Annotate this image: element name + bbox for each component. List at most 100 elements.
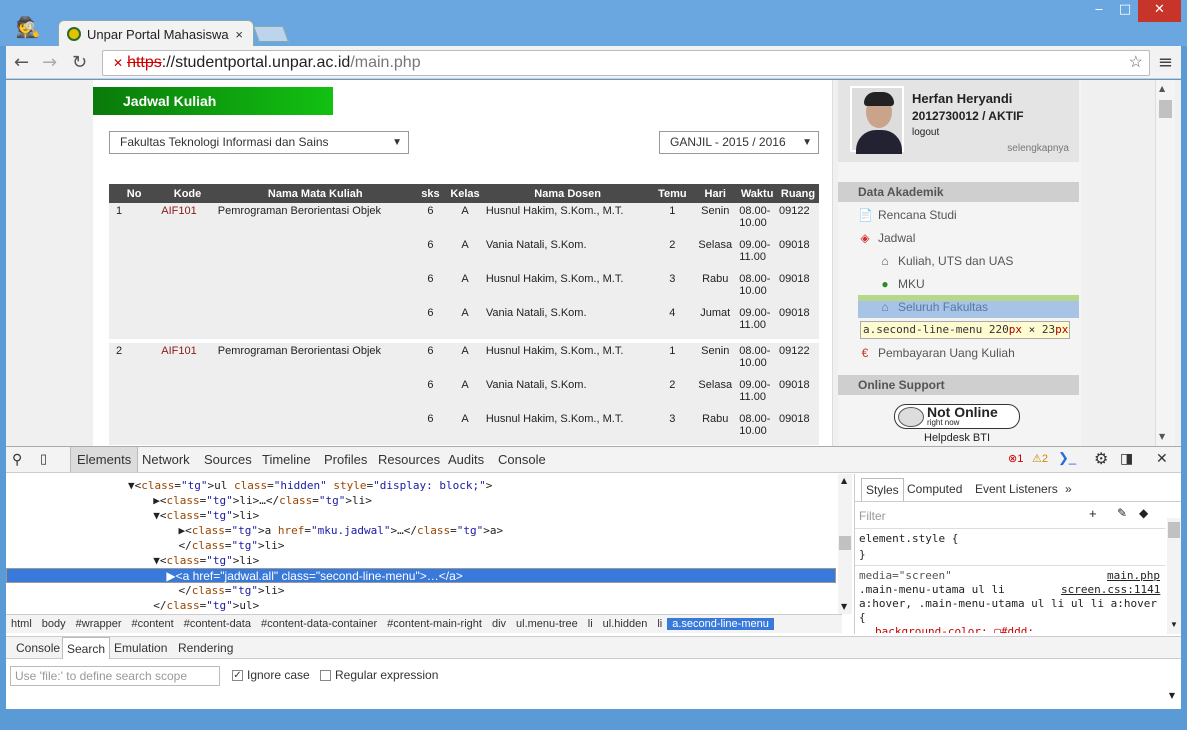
cell-sks: 6 <box>414 377 447 411</box>
gear-icon[interactable]: ⚙ <box>1094 449 1108 469</box>
scrollbar-thumb[interactable] <box>1168 522 1180 538</box>
devtools-tab-profiles[interactable]: Profiles <box>318 447 373 472</box>
styles-tab-2[interactable]: Event Listeners <box>971 478 1062 501</box>
tab-close-icon[interactable]: × <box>235 27 243 42</box>
devtools-tab-elements[interactable]: Elements <box>70 447 139 472</box>
scrollbar-thumb[interactable] <box>839 536 851 550</box>
breadcrumb-item[interactable]: #content <box>127 618 179 630</box>
breadcrumb-item[interactable]: #wrapper <box>71 618 127 630</box>
source-link-main[interactable]: main.php <box>1107 569 1160 582</box>
pin-icon[interactable]: ✎ <box>1117 506 1127 520</box>
dom-node[interactable]: </class="tg">li> <box>6 538 836 553</box>
dom-node[interactable]: ▶<class="tg">a href="mku.jadwal">…</clas… <box>6 523 836 538</box>
error-count-icon[interactable]: ⊗1 <box>1008 452 1023 465</box>
cell-dosen: Vania Natali, S.Kom. <box>483 305 652 339</box>
maximize-button[interactable]: □ <box>1112 0 1138 22</box>
scroll-up-icon[interactable]: ▲ <box>1159 84 1165 93</box>
warning-count-icon[interactable]: ⚠2 <box>1032 452 1048 465</box>
insecure-lock-icon: ✕ <box>113 56 124 70</box>
new-tab-button[interactable] <box>253 26 289 42</box>
devtools-tab-timeline[interactable]: Timeline <box>256 447 317 472</box>
breadcrumb-item[interactable]: div <box>487 618 511 630</box>
close-window-button[interactable]: ✕ <box>1138 0 1181 22</box>
url-path: /main.php <box>350 54 421 71</box>
devtools-tab-resources[interactable]: Resources <box>372 447 446 472</box>
drawer-tab-emulation[interactable]: Emulation <box>110 637 171 659</box>
chrome-menu-icon[interactable]: ≡ <box>1158 52 1173 73</box>
online-status-badge[interactable]: Not Online right now <box>894 404 1020 429</box>
add-rule-icon[interactable]: + <box>1089 506 1097 521</box>
browser-tab[interactable]: Unpar Portal Mahasiswa × <box>58 20 254 47</box>
breadcrumb-item[interactable]: html <box>6 618 37 630</box>
scrollbar-thumb[interactable] <box>1159 100 1172 118</box>
source-link-css[interactable]: screen.css:1141 <box>1061 583 1160 596</box>
reload-icon[interactable]: ↻ <box>72 52 87 73</box>
breadcrumb-item[interactable]: #content-main-right <box>382 618 487 630</box>
devtools-tab-network[interactable]: Network <box>136 447 196 472</box>
faculty-select[interactable]: Fakultas Teknologi Informasi dan Sains ▼ <box>109 131 409 154</box>
devtools-tab-audits[interactable]: Audits <box>442 447 490 472</box>
scroll-down-icon[interactable]: ▼ <box>1169 691 1175 700</box>
breadcrumb-item[interactable]: ul.menu-tree <box>511 618 583 630</box>
logout-link[interactable]: logout <box>912 127 939 138</box>
dom-node[interactable]: </class="tg">ul> <box>6 598 836 613</box>
search-input[interactable]: Use 'file:' to define search scope <box>10 666 220 686</box>
breadcrumb-item[interactable]: #content-data-container <box>256 618 382 630</box>
scroll-up-icon[interactable]: ▲ <box>841 476 847 485</box>
styles-filter[interactable]: Filter <box>859 509 886 523</box>
breadcrumb-item[interactable]: li <box>583 618 598 630</box>
regex-checkbox[interactable]: Regular expression <box>320 668 438 682</box>
styles-tab-1[interactable]: Computed <box>903 478 966 501</box>
menu-seluruh-fakultas[interactable]: ⌂ Seluruh Fakultas <box>878 300 988 314</box>
devtools-tab-sources[interactable]: Sources <box>198 447 258 472</box>
bookmark-star-icon[interactable]: ☆ <box>1129 51 1143 75</box>
selected-dom-node[interactable]: ▶<a href="jadwal.all" class="second-line… <box>6 568 836 583</box>
forward-icon[interactable]: → <box>42 52 57 73</box>
menu-pembayaran[interactable]: € Pembayaran Uang Kuliah <box>858 346 1015 360</box>
dom-node[interactable]: ▶<class="tg">li>…</class="tg">li> <box>6 493 836 508</box>
drawer-tab-search[interactable]: Search <box>62 637 111 659</box>
breadcrumb-item[interactable]: #content-data <box>179 618 256 630</box>
minimize-button[interactable]: ‒ <box>1086 0 1112 22</box>
color-format-icon[interactable]: ◆ <box>1139 506 1148 520</box>
drawer-tab-rendering[interactable]: Rendering <box>174 637 237 659</box>
tooltip-selector: a.second-line-menu <box>863 323 983 336</box>
breadcrumb-item[interactable]: body <box>37 618 71 630</box>
styles-pane: Styles Computed Event Listeners» Filter + … <box>854 474 1181 634</box>
cell-mk <box>215 237 415 271</box>
menu-mku[interactable]: ● MKU <box>878 277 924 291</box>
scroll-down-icon[interactable]: ▼ <box>1170 620 1178 629</box>
inspect-search-icon[interactable]: ⚲ <box>12 451 22 468</box>
scroll-down-icon[interactable]: ▼ <box>1159 432 1165 441</box>
page-scrollbar[interactable]: ▲ ▼ <box>1155 80 1175 446</box>
breadcrumb-item[interactable]: li <box>652 618 667 630</box>
ignore-case-checkbox[interactable]: ✓ Ignore case <box>232 668 310 682</box>
term-select[interactable]: GANJIL - 2015 / 2016 ▼ <box>659 131 819 154</box>
address-bar[interactable]: ✕ https://studentportal.unpar.ac.id/main.… <box>102 50 1150 76</box>
dock-icon[interactable]: ◨ <box>1120 450 1133 467</box>
elements-scrollbar[interactable]: ▲ ▼ <box>838 474 852 614</box>
back-icon[interactable]: ← <box>14 52 29 73</box>
inspect-tooltip: a.second-line-menu 220px × 23px <box>860 321 1070 339</box>
device-mode-icon[interactable]: ▯ <box>40 451 47 467</box>
menu-jadwal[interactable]: ◈ Jadwal <box>858 231 915 245</box>
dom-node[interactable]: ▼<class="tg">ul class="hidden" style="di… <box>6 478 836 493</box>
menu-rencana-studi[interactable]: 📄 Rencana Studi <box>858 208 957 222</box>
breadcrumb-item[interactable]: a.second-line-menu <box>667 618 774 630</box>
devtools-tab-console[interactable]: Console <box>492 447 552 472</box>
console-prompt-icon[interactable]: ❯_ <box>1058 450 1076 466</box>
more-link[interactable]: selengkapnya <box>1007 143 1069 154</box>
drawer-tab-console[interactable]: Console <box>12 637 64 659</box>
close-devtools-icon[interactable]: ✕ <box>1156 450 1168 467</box>
column-header: Waktu <box>737 184 778 203</box>
styles-tab-3[interactable]: » <box>1061 478 1076 501</box>
dom-node[interactable]: ▼<class="tg">li> <box>6 553 836 568</box>
breadcrumb-item[interactable]: ul.hidden <box>598 618 653 630</box>
dom-node[interactable]: </class="tg">li> <box>6 583 836 598</box>
column-header: sks <box>414 184 447 203</box>
scroll-down-icon[interactable]: ▼ <box>841 602 847 611</box>
menu-kuliah-uts-uas[interactable]: ⌂ Kuliah, UTS dan UAS <box>878 254 1013 268</box>
dom-node[interactable]: ▼<class="tg">li> <box>6 508 836 523</box>
styles-tab-0[interactable]: Styles <box>861 478 904 501</box>
styles-scrollbar[interactable]: ▼ <box>1167 518 1181 634</box>
